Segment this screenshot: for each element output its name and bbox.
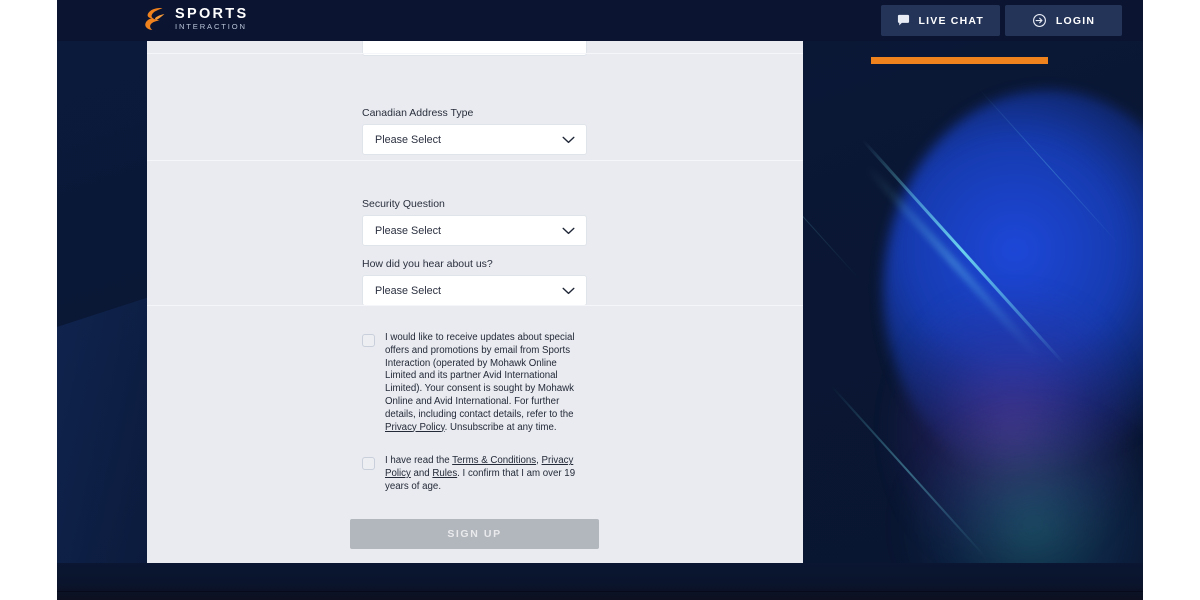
- privacy-policy-link[interactable]: Privacy Policy: [385, 422, 445, 433]
- login-arrow-circle-icon: [1032, 14, 1046, 27]
- screenshot-root: SPORTS INTERACTION LIVE CHAT LOGIN Canad…: [0, 0, 1200, 600]
- field-group-canadian-address-type: Canadian Address Type Please Select: [362, 107, 587, 155]
- label-canadian-address-type: Canadian Address Type: [362, 107, 474, 119]
- chat-bubble-icon: [897, 14, 909, 26]
- field-group-referral-source: How did you hear about us? Please Select: [362, 258, 587, 306]
- rules-link[interactable]: Rules: [432, 468, 457, 479]
- select-value-referral-source: Please Select: [375, 284, 442, 297]
- site-header: SPORTS INTERACTION LIVE CHAT LOGIN: [57, 0, 1143, 41]
- page-footer-band: [57, 563, 1143, 600]
- browser-viewport: SPORTS INTERACTION LIVE CHAT LOGIN Canad…: [57, 0, 1143, 600]
- select-value-security-question: Please Select: [375, 224, 442, 237]
- form-section-consent: I would like to receive updates about sp…: [147, 305, 803, 563]
- consent-text-marketing: I would like to receive updates about sp…: [385, 332, 587, 434]
- site-logo[interactable]: SPORTS INTERACTION: [144, 6, 248, 32]
- field-group-security-question: Security Question Please Select: [362, 198, 587, 246]
- login-button[interactable]: LOGIN: [1005, 5, 1122, 36]
- consent-row-terms: I have read the Terms & Conditions, Priv…: [362, 455, 587, 493]
- chevron-down-icon: [562, 287, 575, 294]
- logo-text: SPORTS INTERACTION: [175, 7, 248, 31]
- form-section-security: Security Question Please Select How did …: [147, 160, 803, 306]
- label-referral-source: How did you hear about us?: [362, 258, 493, 270]
- terms-conditions-link[interactable]: Terms & Conditions: [452, 455, 536, 466]
- label-security-question: Security Question: [362, 198, 445, 210]
- chevron-down-icon: [562, 227, 575, 234]
- registration-form-panel: Canadian Address Type Please Select Secu…: [147, 41, 803, 563]
- promo-accent-bar: [871, 57, 1048, 64]
- terms-text-3: and: [410, 468, 433, 480]
- select-canadian-address-type[interactable]: Please Select: [362, 124, 587, 155]
- signup-button[interactable]: SIGN UP: [350, 518, 599, 549]
- marketing-text-before-link: I would like to receive updates about sp…: [385, 332, 575, 420]
- form-section-partial-top: [147, 41, 803, 56]
- select-value-canadian-address-type: Please Select: [375, 133, 442, 146]
- live-chat-button[interactable]: LIVE CHAT: [880, 5, 1000, 36]
- sports-interaction-swoosh-icon: [145, 7, 165, 30]
- checkbox-terms-agree[interactable]: [362, 457, 375, 471]
- select-security-question[interactable]: Please Select: [362, 215, 587, 246]
- logo-subtitle: INTERACTION: [175, 22, 247, 32]
- signup-button-wrapper: SIGN UP: [350, 518, 599, 549]
- terms-text-1: I have read the: [385, 455, 453, 467]
- live-chat-label: LIVE CHAT: [918, 14, 984, 27]
- checkbox-marketing-optin[interactable]: [362, 334, 375, 347]
- logo-title: SPORTS: [175, 5, 249, 22]
- chevron-down-icon: [562, 136, 575, 143]
- marketing-text-after-link: . Unsubscribe at any time.: [444, 421, 557, 433]
- login-label: LOGIN: [1055, 14, 1096, 27]
- consent-row-marketing: I would like to receive updates about sp…: [362, 332, 587, 434]
- select-referral-source[interactable]: Please Select: [362, 275, 587, 306]
- form-section-address: Canadian Address Type Please Select: [147, 53, 803, 160]
- consent-text-terms: I have read the Terms & Conditions, Priv…: [385, 455, 587, 493]
- header-actions: LIVE CHAT LOGIN: [880, 5, 1122, 36]
